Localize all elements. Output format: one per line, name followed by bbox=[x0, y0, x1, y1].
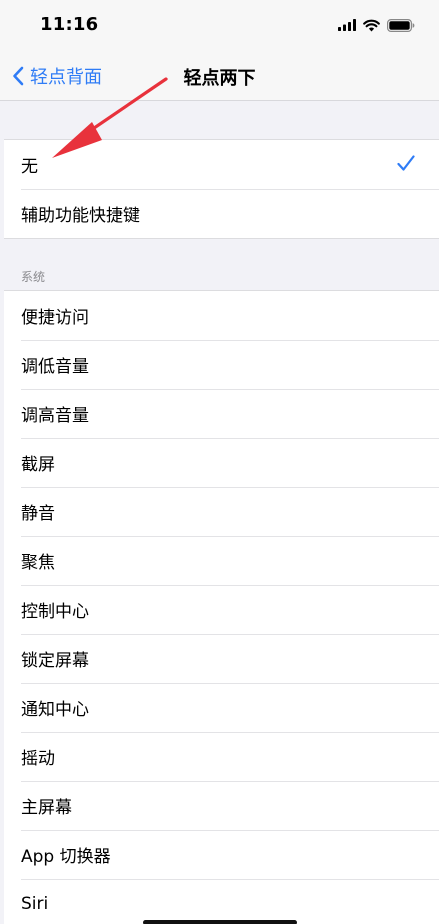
option-label: App 切换器 bbox=[21, 847, 111, 867]
option-label: 便捷访问 bbox=[21, 308, 89, 328]
option-label: 无 bbox=[21, 157, 38, 177]
option-label: 主屏幕 bbox=[21, 798, 72, 818]
system-actions-group: 便捷访问 调低音量 调高音量 截屏 静音 聚焦 控制中心 锁定屏幕 通知中心 摇… bbox=[4, 290, 439, 924]
option-label: 静音 bbox=[21, 504, 55, 524]
option-label: 摇动 bbox=[21, 749, 55, 769]
wifi-icon bbox=[363, 19, 380, 31]
status-bar: 11:16 bbox=[0, 0, 439, 52]
option-label: 辅助功能快捷键 bbox=[21, 206, 140, 226]
option-volume-down[interactable]: 调低音量 bbox=[4, 340, 439, 389]
option-label: Siri bbox=[21, 893, 49, 914]
home-indicator bbox=[143, 920, 297, 924]
option-control-center[interactable]: 控制中心 bbox=[4, 585, 439, 634]
option-label: 截屏 bbox=[21, 455, 55, 475]
section-header-system: 系统 bbox=[21, 270, 46, 284]
option-mute[interactable]: 静音 bbox=[4, 487, 439, 536]
option-label: 聚焦 bbox=[21, 553, 55, 573]
option-label: 锁定屏幕 bbox=[21, 651, 89, 671]
navigation-bar: 轻点背面 轻点两下 bbox=[0, 52, 439, 101]
page-title: 轻点两下 bbox=[183, 68, 256, 89]
cellular-signal-icon bbox=[338, 19, 356, 31]
option-label: 控制中心 bbox=[21, 602, 89, 622]
option-notification-center[interactable]: 通知中心 bbox=[4, 683, 439, 732]
option-shake[interactable]: 摇动 bbox=[4, 732, 439, 781]
option-none[interactable]: 无 bbox=[4, 140, 439, 189]
option-screenshot[interactable]: 截屏 bbox=[4, 438, 439, 487]
status-icons bbox=[338, 17, 415, 33]
option-label: 调高音量 bbox=[21, 406, 89, 426]
option-siri[interactable]: Siri bbox=[4, 879, 439, 924]
option-volume-up[interactable]: 调高音量 bbox=[4, 389, 439, 438]
checkmark-icon bbox=[397, 155, 415, 171]
action-options-group: 无 辅助功能快捷键 bbox=[4, 139, 439, 239]
option-spotlight[interactable]: 聚焦 bbox=[4, 536, 439, 585]
battery-icon bbox=[387, 18, 415, 32]
option-label: 通知中心 bbox=[21, 700, 89, 720]
option-lock-screen[interactable]: 锁定屏幕 bbox=[4, 634, 439, 683]
option-accessibility-shortcut[interactable]: 辅助功能快捷键 bbox=[4, 189, 439, 238]
status-time: 11:16 bbox=[40, 14, 99, 35]
option-app-switcher[interactable]: App 切换器 bbox=[4, 830, 439, 879]
option-label: 调低音量 bbox=[21, 357, 89, 377]
option-home-screen[interactable]: 主屏幕 bbox=[4, 781, 439, 830]
option-reachability[interactable]: 便捷访问 bbox=[4, 291, 439, 340]
